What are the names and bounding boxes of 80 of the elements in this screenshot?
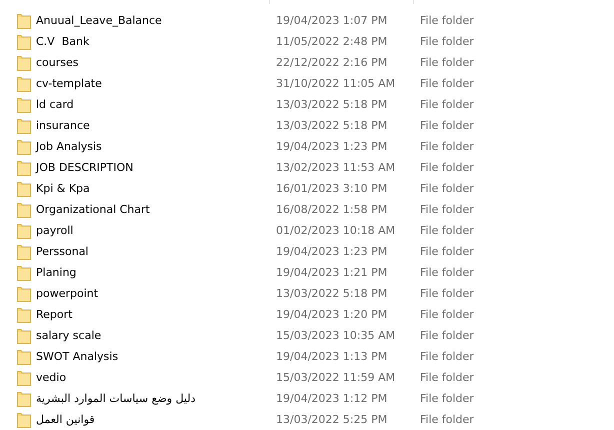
item-type: File folder [420, 35, 474, 48]
item-type: File folder [420, 287, 474, 300]
folder-icon [17, 244, 31, 260]
folder-name[interactable]: salary scale [36, 329, 102, 342]
folder-name[interactable]: vedio [36, 371, 66, 384]
folder-icon [17, 222, 31, 238]
folder-name[interactable]: قوانين العمل [36, 413, 95, 426]
date-modified: 01/02/2023 10:18 AM [276, 224, 396, 237]
folder-icon [17, 96, 31, 112]
item-type: File folder [420, 98, 474, 111]
date-modified: 31/10/2022 11:05 AM [276, 77, 396, 90]
folder-name[interactable]: Organizational Chart [36, 203, 150, 216]
date-modified: 19/04/2023 1:13 PM [276, 350, 388, 363]
folder-icon [17, 264, 31, 280]
item-type: File folder [420, 77, 474, 90]
folder-name[interactable]: Report [36, 308, 72, 321]
folder-name[interactable]: Perssonal [36, 245, 88, 258]
folder-icon [17, 412, 31, 428]
date-modified: 16/08/2022 1:58 PM [276, 203, 388, 216]
folder-icon [17, 370, 31, 386]
item-type: File folder [420, 140, 474, 153]
date-modified: 13/03/2022 5:18 PM [276, 98, 388, 111]
folder-name[interactable]: Kpi & Kpa [36, 182, 90, 195]
folder-name[interactable]: ld card [36, 98, 74, 111]
date-modified: 19/04/2023 1:21 PM [276, 266, 388, 279]
folder-name[interactable]: insurance [36, 119, 90, 132]
item-type: File folder [420, 56, 474, 69]
folder-name[interactable]: JOB DESCRIPTION [36, 161, 134, 174]
folder-name[interactable]: payroll [36, 224, 74, 237]
folder-name[interactable]: C.V Bank [36, 35, 90, 48]
item-type: File folder [420, 203, 474, 216]
date-modified: 15/03/2022 11:59 AM [276, 371, 396, 384]
folder-icon [17, 328, 31, 344]
date-modified: 15/03/2023 10:35 AM [276, 329, 396, 342]
folder-icon [17, 76, 31, 92]
folder-name[interactable]: Planing [36, 266, 76, 279]
folder-name[interactable]: courses [36, 56, 79, 69]
folder-name[interactable]: SWOT Analysis [36, 350, 118, 363]
date-modified: 16/01/2023 3:10 PM [276, 182, 388, 195]
date-modified: 22/12/2022 2:16 PM [276, 56, 388, 69]
date-modified: 13/03/2022 5:25 PM [276, 413, 388, 426]
folder-icon [17, 54, 31, 70]
folder-name[interactable]: cv-template [36, 77, 102, 90]
folder-icon [17, 34, 31, 50]
item-type: File folder [420, 392, 474, 405]
item-type: File folder [420, 329, 474, 342]
folder-name[interactable]: powerpoint [36, 287, 98, 300]
date-modified: 13/03/2022 5:18 PM [276, 287, 388, 300]
folder-icon [17, 286, 31, 302]
date-modified: 19/04/2023 1:23 PM [276, 140, 388, 153]
date-modified: 19/04/2023 1:23 PM [276, 245, 388, 258]
date-modified: 19/04/2023 1:07 PM [276, 14, 388, 27]
item-type: File folder [420, 350, 474, 363]
folder-icon [17, 118, 31, 134]
item-type: File folder [420, 266, 474, 279]
date-modified: 19/04/2023 1:20 PM [276, 308, 388, 321]
folder-name[interactable]: Job Analysis [36, 140, 102, 153]
folder-name[interactable]: دليل وضع سياسات الموارد البشرية [36, 392, 196, 405]
item-type: File folder [420, 413, 474, 426]
item-type: File folder [420, 161, 474, 174]
folder-icon [17, 138, 31, 154]
item-type: File folder [420, 308, 474, 321]
date-modified: 11/05/2022 2:48 PM [276, 35, 388, 48]
date-modified: 13/03/2022 5:18 PM [276, 119, 388, 132]
item-type: File folder [420, 182, 474, 195]
folder-icon [17, 348, 31, 364]
folder-icon [17, 180, 31, 196]
folder-icon [17, 390, 31, 406]
folder-icon [17, 202, 31, 218]
folder-name[interactable]: Anuual_Leave_Balance [36, 14, 162, 27]
date-modified: 19/04/2023 1:12 PM [276, 392, 388, 405]
folder-icon [17, 306, 31, 322]
item-type: File folder [420, 371, 474, 384]
item-type: File folder [420, 224, 474, 237]
item-type: File folder [420, 245, 474, 258]
folder-icon [17, 12, 31, 28]
folder-icon [17, 160, 31, 176]
item-type: File folder [420, 119, 474, 132]
date-modified: 13/02/2023 11:53 AM [276, 161, 396, 174]
item-type: File folder [420, 14, 474, 27]
